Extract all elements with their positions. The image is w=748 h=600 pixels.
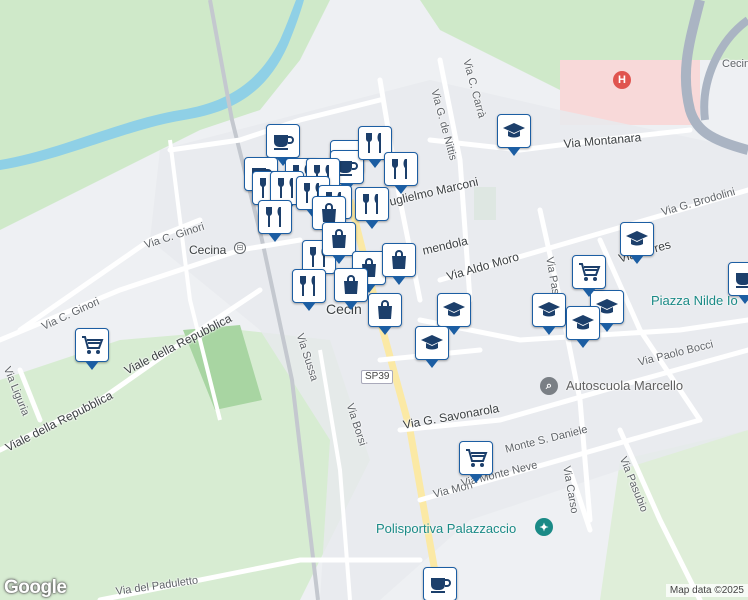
poi-pin-school[interactable] xyxy=(620,222,654,264)
restaurant-icon xyxy=(363,131,387,155)
poi-pin-school[interactable] xyxy=(497,114,531,156)
cafe-icon xyxy=(428,572,452,596)
school-icon xyxy=(571,311,595,335)
poi-pin-cart[interactable] xyxy=(75,328,109,370)
shopping-bag-icon xyxy=(327,227,351,251)
map-canvas[interactable]: H ⊟ Cecina Via C. Ginori Via C. Ginori V… xyxy=(0,0,748,600)
shopping-bag-icon xyxy=(387,248,411,272)
cafe-icon xyxy=(271,129,295,153)
school-icon xyxy=(502,119,526,143)
poi-pin-school[interactable] xyxy=(437,293,471,335)
poi-pin-cafe[interactable] xyxy=(728,262,748,304)
shopping-bag-icon xyxy=(373,298,397,322)
restaurant-icon xyxy=(389,157,413,181)
poi-pin-shopping-bag[interactable] xyxy=(322,222,356,264)
poi-pin-shopping-bag[interactable] xyxy=(382,243,416,285)
poi-pin-restaurant[interactable] xyxy=(355,187,389,229)
street-label: Cecina xyxy=(722,58,748,70)
poi-pin-restaurant[interactable] xyxy=(292,269,326,311)
polisportiva-label[interactable]: Polisportiva Palazzaccio xyxy=(376,521,516,536)
autoscuola-icon[interactable]: ⌕ xyxy=(540,377,558,395)
poi-pin-school[interactable] xyxy=(532,293,566,335)
poi-pin-cafe[interactable] xyxy=(266,124,300,166)
road-shield: SP39 xyxy=(361,370,394,384)
shopping-bag-icon xyxy=(339,273,363,297)
restaurant-icon xyxy=(360,192,384,216)
autoscuola-label[interactable]: Autoscuola Marcello xyxy=(566,378,683,393)
poi-pin-school[interactable] xyxy=(566,306,600,348)
google-logo: Google xyxy=(4,577,67,598)
school-icon xyxy=(625,227,649,251)
poi-pin-restaurant[interactable] xyxy=(384,152,418,194)
poi-pin-shopping-bag[interactable] xyxy=(334,268,368,310)
school-icon xyxy=(537,298,561,322)
restaurant-icon xyxy=(297,274,321,298)
poi-pin-cart[interactable] xyxy=(572,255,606,297)
school-icon xyxy=(420,331,444,355)
poi-pin-restaurant[interactable] xyxy=(258,200,292,242)
sports-icon[interactable]: ✦ xyxy=(535,518,553,536)
cart-icon xyxy=(464,446,488,470)
piazza-label: Piazza Nilde Io xyxy=(651,293,738,308)
station-label: Cecina xyxy=(189,243,227,257)
poi-pin-cafe[interactable] xyxy=(423,567,457,600)
hospital-letter: H xyxy=(618,74,626,86)
poi-pin-school[interactable] xyxy=(415,326,449,368)
restaurant-icon xyxy=(263,205,287,229)
poi-pin-cart[interactable] xyxy=(459,441,493,483)
poi-pin-shopping-bag[interactable] xyxy=(368,293,402,335)
cart-icon xyxy=(577,260,601,284)
hospital-icon[interactable]: H xyxy=(613,71,631,89)
cart-icon xyxy=(80,333,104,357)
school-icon xyxy=(442,298,466,322)
train-station-icon[interactable]: ⊟ xyxy=(234,242,246,254)
cafe-icon xyxy=(733,267,748,291)
map-attribution: Map data ©2025 xyxy=(665,584,748,597)
